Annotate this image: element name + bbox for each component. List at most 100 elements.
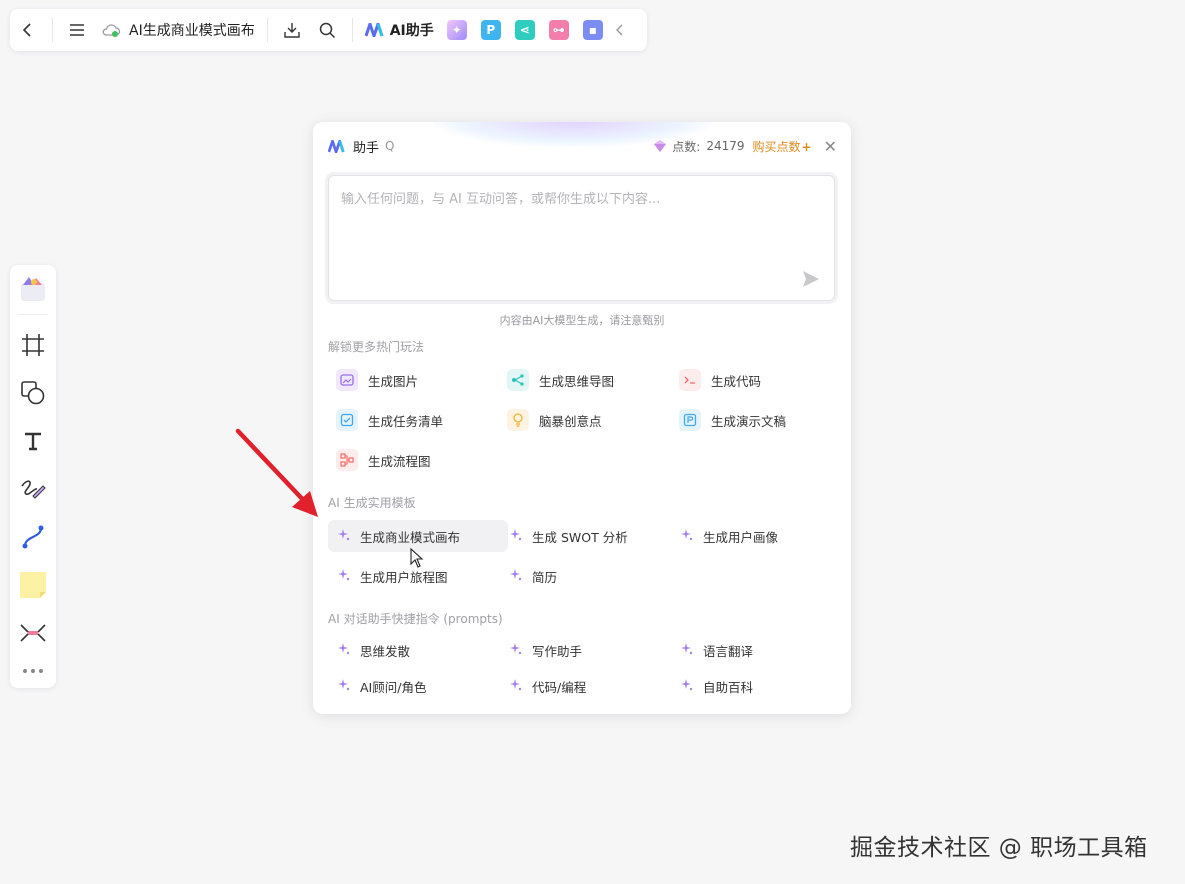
sparkle-icon bbox=[338, 568, 350, 584]
user-persona-template[interactable]: 生成用户画像 bbox=[671, 520, 841, 552]
cloud-saved-icon bbox=[102, 24, 121, 37]
image-icon bbox=[336, 369, 358, 391]
flowchart-icon bbox=[336, 449, 358, 471]
prompt-ai-advisor[interactable]: AI顾问/角色 bbox=[328, 670, 508, 702]
ai-assistant-button[interactable]: AI助手 bbox=[359, 20, 440, 40]
item-label: 生成图片 bbox=[368, 373, 419, 389]
item-label: 生成代码 bbox=[711, 373, 762, 389]
checklist-icon bbox=[336, 409, 358, 431]
points-label: 点数: bbox=[672, 139, 701, 154]
sticky-note-tool[interactable] bbox=[17, 569, 49, 601]
prompt-label: 代码/编程 bbox=[532, 679, 587, 695]
swot-template[interactable]: 生成 SWOT 分析 bbox=[500, 520, 670, 552]
mindmap-icon bbox=[507, 369, 529, 391]
ai-logo-icon bbox=[364, 23, 384, 37]
section-title-prompts: AI 对话助手快捷指令 (prompts) bbox=[328, 612, 503, 626]
flowchart-app-icon[interactable]: ⊶ bbox=[548, 20, 569, 40]
presentation-icon bbox=[679, 409, 701, 431]
close-icon[interactable]: ✕ bbox=[824, 137, 837, 156]
sparkle-icon bbox=[510, 528, 522, 544]
prompt-coding[interactable]: 代码/编程 bbox=[500, 670, 670, 702]
generate-flowchart-item[interactable]: 生成流程图 bbox=[336, 449, 431, 471]
mindmap-icon bbox=[20, 624, 46, 642]
template-label: 生成商业模式画布 bbox=[360, 529, 461, 545]
prompt-encyclopedia[interactable]: 自助百科 bbox=[671, 670, 841, 702]
generate-code-item[interactable]: 生成代码 bbox=[679, 369, 761, 391]
template-label: 生成用户画像 bbox=[703, 529, 779, 545]
sticky-note-icon bbox=[20, 572, 46, 598]
templates-icon bbox=[21, 277, 45, 301]
search-button[interactable] bbox=[310, 12, 346, 48]
item-label: 生成思维导图 bbox=[539, 373, 615, 389]
image-gen-app-icon[interactable]: ✦ bbox=[446, 20, 467, 40]
sparkle-icon bbox=[681, 528, 693, 544]
connector-tool[interactable] bbox=[17, 521, 49, 553]
sparkle-icon bbox=[338, 528, 350, 544]
mindmap-tool[interactable] bbox=[17, 617, 49, 649]
shortcut-hint: Q bbox=[385, 139, 395, 153]
chat-app-icon[interactable]: ▪ bbox=[582, 20, 603, 40]
prompt-label: 思维发散 bbox=[360, 643, 411, 659]
prompt-divergent-thinking[interactable]: 思维发散 bbox=[328, 634, 508, 666]
download-icon bbox=[284, 23, 300, 38]
mindmap-app-icon[interactable]: ⋖ bbox=[514, 20, 535, 40]
prompt-label: 写作助手 bbox=[532, 643, 583, 659]
search-icon bbox=[319, 22, 336, 38]
export-button[interactable] bbox=[274, 12, 310, 48]
send-icon[interactable] bbox=[802, 270, 820, 288]
prompt-label: AI顾问/角色 bbox=[360, 679, 427, 695]
back-button[interactable] bbox=[10, 12, 46, 48]
plus-icon: + bbox=[801, 139, 812, 154]
prompt-label: 自助百科 bbox=[703, 679, 754, 695]
templates-tool[interactable] bbox=[17, 273, 49, 305]
ai-disclaimer: 内容由AI大模型生成，请注意甄别 bbox=[499, 314, 665, 327]
text-tool[interactable] bbox=[17, 425, 49, 457]
item-label: 生成演示文稿 bbox=[711, 413, 787, 429]
chevron-left-icon bbox=[22, 23, 31, 37]
slides-app-icon[interactable]: P bbox=[480, 20, 501, 40]
template-label: 简历 bbox=[532, 569, 558, 585]
panel-title: 助手 bbox=[353, 140, 380, 156]
item-label: 生成任务清单 bbox=[368, 413, 444, 429]
sparkle-icon bbox=[510, 568, 522, 584]
ai-logo-icon bbox=[328, 139, 345, 153]
menu-icon bbox=[70, 24, 84, 36]
divider bbox=[266, 18, 268, 42]
lightbulb-icon bbox=[507, 409, 529, 431]
item-label: 生成流程图 bbox=[368, 453, 431, 469]
frame-tool[interactable] bbox=[17, 329, 49, 361]
divider bbox=[351, 18, 353, 42]
shape-tool[interactable] bbox=[17, 377, 49, 409]
generate-mindmap-item[interactable]: 生成思维导图 bbox=[507, 369, 614, 391]
generate-checklist-item[interactable]: 生成任务清单 bbox=[336, 409, 443, 431]
points-value: 24179 bbox=[706, 139, 745, 153]
shape-icon bbox=[21, 381, 45, 405]
divider bbox=[52, 18, 53, 42]
annotation-arrow-icon bbox=[235, 428, 318, 517]
sparkle-icon bbox=[681, 678, 693, 694]
sparkle-icon bbox=[681, 642, 693, 658]
brainstorm-item[interactable]: 脑暴创意点 bbox=[507, 409, 602, 431]
mouse-cursor-icon bbox=[410, 548, 424, 568]
buy-points-link[interactable]: 购买点数+ bbox=[753, 138, 812, 155]
buy-points-label: 购买点数 bbox=[752, 139, 801, 154]
prompt-writing-assistant[interactable]: 写作助手 bbox=[500, 634, 670, 666]
document-title[interactable]: AI生成商业模式画布 bbox=[95, 20, 261, 40]
prompt-translation[interactable]: 语言翻译 bbox=[671, 634, 841, 666]
prompt-input[interactable] bbox=[339, 186, 823, 270]
panel-header: 助手 Q 点数: 24179 购买点数+ ✕ bbox=[328, 135, 837, 157]
sparkle-icon bbox=[338, 642, 350, 658]
generate-image-item[interactable]: 生成图片 bbox=[336, 369, 418, 391]
resume-template[interactable]: 简历 bbox=[500, 560, 670, 592]
collapse-toolbar-button[interactable] bbox=[610, 12, 630, 48]
section-title-templates: AI 生成实用模板 bbox=[328, 496, 416, 510]
section-title-hot: 解锁更多热门玩法 bbox=[328, 340, 425, 354]
gem-icon bbox=[654, 140, 667, 152]
top-toolbar: AI生成商业模式画布 AI助手 ✦ P ⋖ ⊶ ▪ bbox=[10, 9, 647, 51]
text-icon bbox=[25, 432, 41, 451]
menu-button[interactable] bbox=[59, 12, 95, 48]
generate-presentation-item[interactable]: 生成演示文稿 bbox=[679, 409, 786, 431]
more-tools-button[interactable] bbox=[17, 657, 49, 685]
sparkle-icon bbox=[510, 678, 522, 694]
pen-tool[interactable] bbox=[17, 473, 49, 505]
